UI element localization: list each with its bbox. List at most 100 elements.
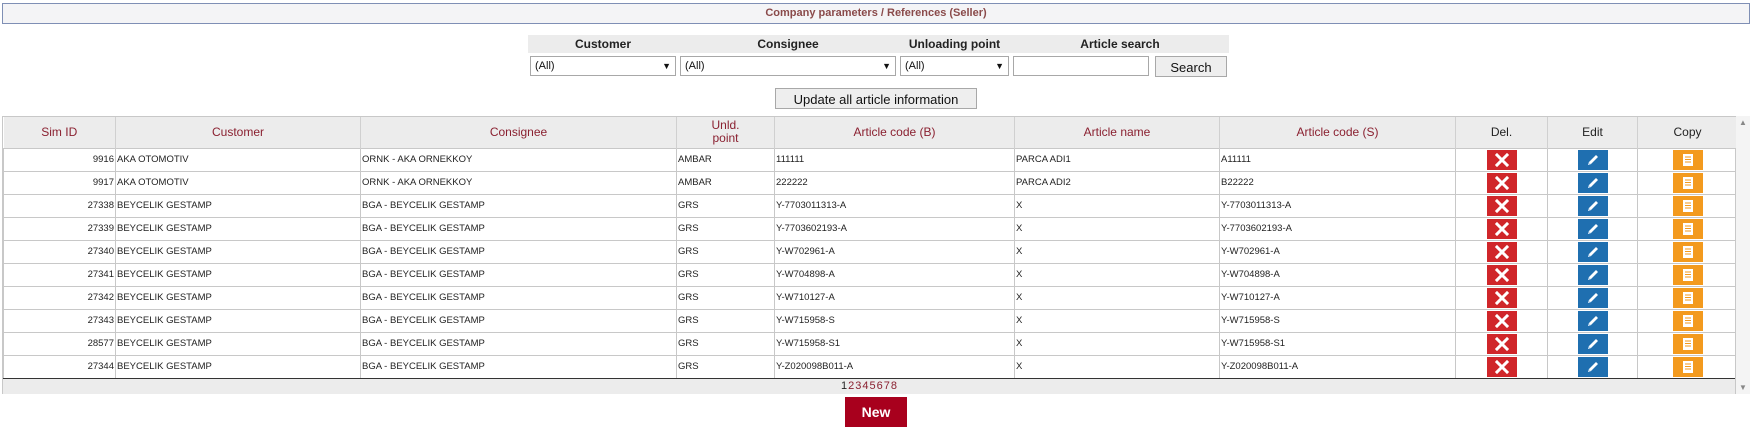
table-row[interactable]: 27338 BEYCELIK GESTAMP BGA - BEYCELIK GEST… xyxy=(3,193,1738,218)
edit-button[interactable] xyxy=(1577,195,1608,216)
table-row[interactable]: 9917 AKA OTOMOTIV ORNK - AKA ORNEKKOY AMBAR… xyxy=(3,170,1738,195)
col-customer[interactable]: Customer xyxy=(115,117,361,148)
cell-unloading-point: AMBAR xyxy=(676,147,775,172)
update-all-articles-button[interactable]: Update all article information xyxy=(775,88,977,109)
delete-button[interactable] xyxy=(1486,333,1517,354)
table-row[interactable]: 9916 AKA OTOMOTIV ORNK - AKA ORNEKKOY AMBAR… xyxy=(3,147,1738,172)
cell-article-name: X xyxy=(1014,285,1220,310)
new-button[interactable]: New xyxy=(845,397,907,427)
copy-button[interactable] xyxy=(1672,333,1703,354)
page-5-link[interactable]: 5 xyxy=(870,380,876,392)
col-unloading-point-line1: Unld. xyxy=(711,118,740,133)
consignee-select[interactable]: (All) ▼ xyxy=(680,56,896,76)
edit-button[interactable] xyxy=(1577,241,1608,262)
copy-button[interactable] xyxy=(1672,356,1703,377)
consignee-filter-label: Consignee xyxy=(678,35,898,53)
page-4-link[interactable]: 4 xyxy=(862,380,868,392)
copy-button[interactable] xyxy=(1672,172,1703,193)
edit-button[interactable] xyxy=(1577,172,1608,193)
copy-button[interactable] xyxy=(1672,310,1703,331)
cell-delete xyxy=(1455,147,1548,172)
table-row[interactable]: 27339 BEYCELIK GESTAMP BGA - BEYCELIK GEST… xyxy=(3,216,1738,241)
col-unloading-point-line2: point xyxy=(712,131,739,146)
col-sim-id[interactable]: Sim ID xyxy=(3,117,116,148)
page-6-link[interactable]: 6 xyxy=(877,380,883,392)
cell-copy xyxy=(1637,239,1738,264)
cell-copy xyxy=(1637,262,1738,287)
cell-customer: BEYCELIK GESTAMP xyxy=(115,239,361,264)
unloading-point-select[interactable]: (All) ▼ xyxy=(900,56,1009,76)
cell-delete xyxy=(1455,170,1548,195)
cell-consignee: BGA - BEYCELIK GESTAMP xyxy=(360,354,677,379)
cell-article-name: X xyxy=(1014,193,1220,218)
cell-customer: BEYCELIK GESTAMP xyxy=(115,216,361,241)
edit-button[interactable] xyxy=(1577,287,1608,308)
page-3-link[interactable]: 3 xyxy=(855,380,861,392)
copy-button[interactable] xyxy=(1672,264,1703,285)
delete-button[interactable] xyxy=(1486,241,1517,262)
table-row[interactable]: 27342 BEYCELIK GESTAMP BGA - BEYCELIK GEST… xyxy=(3,285,1738,310)
page-7-link[interactable]: 7 xyxy=(884,380,890,392)
delete-button[interactable] xyxy=(1486,172,1517,193)
cell-consignee: BGA - BEYCELIK GESTAMP xyxy=(360,239,677,264)
page-1-link[interactable]: 1 xyxy=(841,380,847,392)
cell-consignee: BGA - BEYCELIK GESTAMP xyxy=(360,216,677,241)
table-row[interactable]: 27344 BEYCELIK GESTAMP BGA - BEYCELIK GEST… xyxy=(3,354,1738,379)
table-row[interactable]: 27340 BEYCELIK GESTAMP BGA - BEYCELIK GEST… xyxy=(3,239,1738,264)
cell-unloading-point: AMBAR xyxy=(676,170,775,195)
delete-button[interactable] xyxy=(1486,264,1517,285)
cell-sim-id: 27343 xyxy=(3,308,116,333)
delete-button[interactable] xyxy=(1486,356,1517,377)
edit-button[interactable] xyxy=(1577,310,1608,331)
cell-sim-id: 9917 xyxy=(3,170,116,195)
delete-button[interactable] xyxy=(1486,287,1517,308)
delete-button[interactable] xyxy=(1486,310,1517,331)
edit-button[interactable] xyxy=(1577,149,1608,170)
col-consignee[interactable]: Consignee xyxy=(360,117,677,148)
page-2-link[interactable]: 2 xyxy=(848,380,854,392)
cell-edit xyxy=(1547,354,1638,379)
article-table: Sim ID Customer Consignee Unld. point Art… xyxy=(3,117,1738,379)
cell-article-code-b: Y-7703011313-A xyxy=(774,193,1015,218)
copy-button[interactable] xyxy=(1672,195,1703,216)
col-article-code-b[interactable]: Article code (B) xyxy=(774,117,1015,148)
cell-delete xyxy=(1455,193,1548,218)
copy-button[interactable] xyxy=(1672,218,1703,239)
copy-button[interactable] xyxy=(1672,241,1703,262)
copy-button[interactable] xyxy=(1672,287,1703,308)
col-article-code-s[interactable]: Article code (S) xyxy=(1219,117,1456,148)
edit-button[interactable] xyxy=(1577,264,1608,285)
article-grid: Sim ID Customer Consignee Unld. point Art… xyxy=(2,116,1738,394)
breadcrumb-references: References (Seller) xyxy=(887,7,987,19)
scroll-up-icon[interactable]: ▲ xyxy=(1739,118,1747,127)
search-button[interactable]: Search xyxy=(1155,56,1227,77)
cell-consignee: BGA - BEYCELIK GESTAMP xyxy=(360,308,677,333)
cell-article-name: PARCA ADI2 xyxy=(1014,170,1220,195)
cell-article-code-b: Y-Z020098B011-A xyxy=(774,354,1015,379)
customer-select[interactable]: (All) ▼ xyxy=(530,56,676,76)
cell-sim-id: 27341 xyxy=(3,262,116,287)
copy-button[interactable] xyxy=(1672,149,1703,170)
table-row[interactable]: 27343 BEYCELIK GESTAMP BGA - BEYCELIK GEST… xyxy=(3,308,1738,333)
article-search-input[interactable] xyxy=(1013,56,1149,76)
table-row[interactable]: 28577 BEYCELIK GESTAMP BGA - BEYCELIK GEST… xyxy=(3,331,1738,356)
page-8-link[interactable]: 8 xyxy=(891,380,897,392)
breadcrumb-company-parameters: Company parameters xyxy=(765,7,878,19)
delete-button[interactable] xyxy=(1486,149,1517,170)
delete-button[interactable] xyxy=(1486,218,1517,239)
unloading-filter-label: Unloading point xyxy=(898,35,1011,53)
cell-article-code-s: A11111 xyxy=(1219,147,1456,172)
cell-unloading-point: GRS xyxy=(676,193,775,218)
cell-article-code-b: 111111 xyxy=(774,147,1015,172)
edit-button[interactable] xyxy=(1577,333,1608,354)
edit-button[interactable] xyxy=(1577,218,1608,239)
table-header: Sim ID Customer Consignee Unld. point Art… xyxy=(3,117,1738,148)
edit-button[interactable] xyxy=(1577,356,1608,377)
col-article-name[interactable]: Article name xyxy=(1014,117,1220,148)
cell-article-code-s: Y-Z020098B011-A xyxy=(1219,354,1456,379)
grid-scrollbar[interactable]: ▲ ▼ xyxy=(1736,116,1750,394)
table-row[interactable]: 27341 BEYCELIK GESTAMP BGA - BEYCELIK GEST… xyxy=(3,262,1738,287)
scroll-down-icon[interactable]: ▼ xyxy=(1739,383,1747,392)
delete-button[interactable] xyxy=(1486,195,1517,216)
col-unloading-point[interactable]: Unld. point xyxy=(676,117,775,148)
